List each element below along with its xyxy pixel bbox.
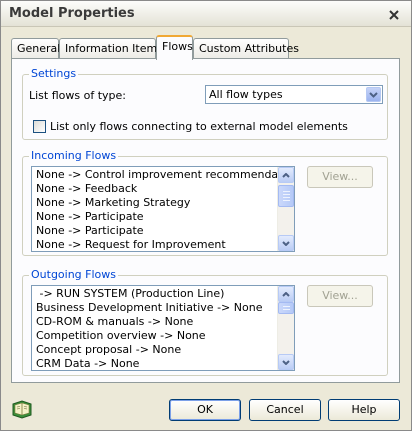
chevron-down-icon [282, 240, 290, 246]
scroll-down-button[interactable] [278, 235, 294, 251]
external-only-label: List only flows connecting to external m… [50, 120, 348, 133]
tab-flows[interactable]: Flows [156, 35, 193, 60]
flows-panel: Settings List flows of type: All flow ty… [11, 58, 400, 383]
external-only-checkbox[interactable] [33, 120, 46, 133]
dropdown-arrow-button[interactable] [366, 87, 381, 102]
incoming-flows-list[interactable]: None -> Control improvement recommendati… [31, 166, 295, 252]
list-item[interactable]: None -> Feedback [36, 182, 294, 196]
tab-custom-attributes[interactable]: Custom Attributes [193, 38, 299, 59]
incoming-flows-legend: Incoming Flows [29, 149, 119, 162]
chevron-up-icon [282, 291, 290, 297]
outgoing-flows-group: Outgoing Flows -> RUN SYSTEM (Production… [22, 268, 388, 376]
outgoing-scrollbar[interactable] [277, 286, 294, 370]
chevron-up-icon [282, 172, 290, 178]
list-item[interactable]: Concept proposal -> None [36, 343, 262, 357]
list-item[interactable]: None -> Request for Improvement [36, 238, 294, 251]
help-book-icon[interactable] [11, 399, 33, 419]
list-flows-label: List flows of type: [29, 89, 126, 102]
settings-group: Settings List flows of type: All flow ty… [22, 67, 388, 140]
scroll-up-button[interactable] [278, 167, 294, 183]
list-item[interactable]: None -> Participate [36, 224, 294, 238]
scroll-up-button[interactable] [278, 286, 294, 302]
close-button[interactable] [383, 4, 404, 25]
flow-type-value: All flow types [209, 88, 283, 101]
chevron-down-icon [369, 91, 378, 98]
incoming-flows-group: Incoming Flows None -> Control improveme… [22, 149, 388, 256]
outgoing-view-button[interactable]: View... [307, 285, 373, 307]
tab-general[interactable]: General [11, 38, 60, 59]
model-properties-dialog: Model Properties General Information Ite… [0, 0, 412, 431]
list-item[interactable]: Business Development Initiative -> None [36, 301, 262, 315]
help-button[interactable]: Help [328, 399, 400, 421]
list-item[interactable]: None -> Marketing Strategy [36, 196, 294, 210]
list-item[interactable]: -> RUN SYSTEM (Production Line) [36, 287, 262, 301]
list-item[interactable]: None -> Participate [36, 210, 294, 224]
tab-information-items[interactable]: Information Items [59, 38, 163, 59]
scroll-thumb[interactable] [278, 185, 294, 207]
list-item[interactable]: None -> Control improvement recommendati… [36, 168, 294, 182]
list-item[interactable]: CRM Data -> None [36, 357, 262, 370]
close-icon [388, 9, 399, 20]
incoming-scrollbar[interactable] [277, 167, 294, 251]
flow-type-select[interactable]: All flow types [205, 85, 383, 104]
window-title: Model Properties [9, 6, 135, 21]
list-item[interactable]: CD-ROM & manuals -> None [36, 315, 262, 329]
scroll-thumb[interactable] [278, 302, 294, 314]
ok-button[interactable]: OK [169, 399, 241, 421]
title-bar[interactable]: Model Properties [1, 1, 411, 27]
cancel-button[interactable]: Cancel [249, 399, 321, 421]
settings-legend: Settings [29, 67, 79, 80]
incoming-view-button[interactable]: View... [307, 166, 373, 188]
outgoing-flows-legend: Outgoing Flows [29, 268, 119, 281]
chevron-down-icon [282, 359, 290, 365]
scroll-down-button[interactable] [278, 354, 294, 370]
list-item[interactable]: Competition overview -> None [36, 329, 262, 343]
outgoing-flows-list[interactable]: -> RUN SYSTEM (Production Line) Business… [31, 285, 295, 371]
